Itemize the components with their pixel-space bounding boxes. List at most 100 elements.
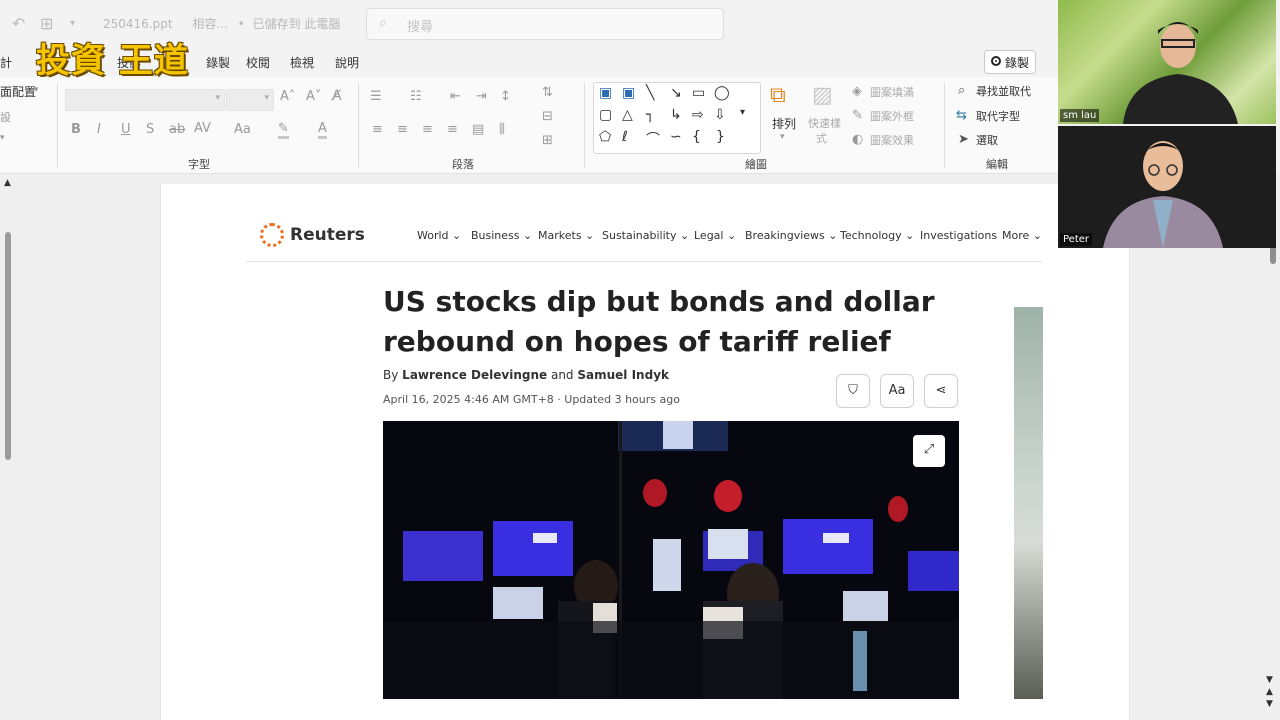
bullets-icon[interactable]: ☰ — [370, 89, 382, 104]
select-button[interactable]: 選取 — [976, 132, 998, 148]
elbow-arrow-icon[interactable]: ↳ — [670, 107, 682, 123]
replace-font-button[interactable]: 取代字型 — [976, 108, 1020, 124]
share-button[interactable]: ⋖ — [924, 374, 958, 408]
scroll-arrows[interactable]: ▼ ▲ ▼ — [1266, 674, 1273, 710]
arc-icon[interactable]: ⌒ — [646, 129, 660, 149]
left-brace-icon[interactable]: { — [692, 129, 701, 145]
right-brace-icon[interactable]: } — [716, 129, 725, 145]
scroll-up-icon[interactable]: ▲ — [4, 178, 11, 188]
shape-effects-button[interactable]: 圖案效果 — [870, 132, 914, 148]
smartart-icon[interactable]: ⊞ — [542, 133, 553, 148]
qat-dropdown-icon[interactable]: ▾ — [70, 18, 75, 29]
increase-indent-icon[interactable]: ⇥ — [476, 89, 487, 104]
article-photo[interactable] — [383, 421, 959, 699]
scribble-icon[interactable]: ℓ — [622, 129, 628, 145]
arrange-icon[interactable]: ⧉ — [770, 83, 786, 108]
spacing-icon[interactable]: AV — [194, 121, 211, 136]
shape-outline-button[interactable]: 圖案外框 — [870, 108, 914, 124]
freeform-icon[interactable]: ⬠ — [599, 129, 611, 145]
undo-icon[interactable]: ↶ — [12, 14, 25, 33]
video-tile[interactable]: Peter — [1058, 126, 1276, 248]
font-size-button[interactable]: Aa — [880, 374, 914, 408]
vertical-text-box-icon[interactable]: ▣ — [622, 85, 635, 101]
tab-review[interactable]: 校閱 — [246, 54, 270, 71]
nav-business[interactable]: Business ⌄ — [471, 229, 532, 242]
align-left-icon[interactable]: ≡ — [372, 122, 383, 137]
layout-button[interactable]: 面配置 — [0, 83, 36, 100]
shape-fill-button[interactable]: 圖案填滿 — [870, 84, 914, 100]
dateline: April 16, 2025 4:46 AM GMT+8 · Updated 3… — [383, 393, 680, 406]
nav-markets[interactable]: Markets ⌄ — [538, 229, 594, 242]
line-icon[interactable]: ╲ — [646, 85, 654, 101]
quick-styles-label[interactable]: 快速樣 — [808, 115, 841, 131]
align-text-icon[interactable]: ⊟ — [542, 109, 553, 124]
elbow-connector-icon[interactable]: ┐ — [646, 107, 654, 123]
down-arrow-icon[interactable]: ⇩ — [714, 107, 726, 123]
shadow-icon[interactable]: S — [146, 122, 154, 137]
nav-world[interactable]: World ⌄ — [417, 229, 461, 242]
save-status[interactable]: 已儲存到 此電腦 — [253, 17, 341, 31]
tab-design[interactable]: 計 — [0, 54, 12, 71]
text-direction-icon[interactable]: ⇅ — [542, 85, 553, 100]
right-arrow-icon[interactable]: ⇨ — [692, 107, 704, 123]
shrink-font-icon[interactable]: A˅ — [306, 89, 321, 104]
bookmark-button[interactable]: ⛉ — [836, 374, 870, 408]
expand-image-button[interactable]: ⤢ — [913, 435, 945, 467]
author-link[interactable]: Lawrence Delevingne — [402, 368, 547, 382]
section-icon[interactable]: ▾ — [0, 133, 5, 143]
nav-legal[interactable]: Legal ⌄ — [694, 229, 736, 242]
more-shapes-icon[interactable]: ▾ — [740, 107, 745, 118]
font-family-select[interactable]: ▾ — [65, 89, 225, 111]
tab-help[interactable]: 說明 — [335, 54, 359, 71]
justify-icon[interactable]: ≡ — [447, 122, 458, 137]
change-case-icon[interactable]: Aa — [234, 122, 251, 137]
thumbnail-scrollbar[interactable] — [5, 232, 11, 460]
numbering-icon[interactable]: ☷ — [410, 89, 422, 104]
italic-icon[interactable]: I — [97, 122, 101, 137]
strikethrough-icon[interactable]: ab — [169, 122, 185, 137]
grow-font-icon[interactable]: A˄ — [280, 89, 295, 104]
divider — [246, 261, 1042, 262]
text-box-icon[interactable]: ▣ — [599, 85, 612, 101]
font-color-icon[interactable]: A — [318, 121, 327, 139]
search-input[interactable]: ⌕ 搜尋 — [366, 8, 724, 40]
reset-icon[interactable]: 設 — [0, 109, 11, 125]
nav-more[interactable]: More ⌄ — [1002, 229, 1042, 242]
decrease-indent-icon[interactable]: ⇤ — [450, 89, 461, 104]
distributed-icon[interactable]: ▤ — [472, 122, 484, 137]
clear-format-icon[interactable]: A̸ — [332, 88, 342, 104]
author-link[interactable]: Samuel Indyk — [577, 368, 669, 382]
nav-sustainability[interactable]: Sustainability ⌄ — [602, 229, 689, 242]
filename-label: 250416.ppt — [103, 17, 173, 31]
triangle-icon[interactable]: △ — [622, 107, 633, 123]
presenter-icon[interactable]: ⊞ — [40, 14, 53, 33]
line-spacing-icon[interactable]: ↕ — [500, 89, 511, 104]
align-right-icon[interactable]: ≡ — [422, 122, 433, 137]
nav-investigations[interactable]: Investigations — [920, 229, 997, 242]
oval-icon[interactable]: ◯ — [714, 85, 730, 101]
tab-view[interactable]: 檢視 — [290, 54, 314, 71]
rounded-rect-icon[interactable]: ▢ — [599, 107, 612, 123]
highlight-icon[interactable]: ✎ — [278, 121, 289, 139]
bold-icon[interactable]: B — [71, 122, 81, 137]
paint-bucket-icon[interactable]: ◈ — [852, 84, 862, 99]
tab-record[interactable]: 錄製 — [206, 54, 230, 71]
underline-icon[interactable]: U — [121, 122, 131, 137]
effects-icon[interactable]: ◐ — [852, 132, 863, 147]
quick-styles-icon[interactable]: ▨ — [812, 83, 833, 108]
video-tile[interactable]: sm lau — [1058, 0, 1276, 124]
search-icon: ⌕ — [958, 83, 966, 98]
curve-icon[interactable]: ∽ — [670, 129, 682, 145]
rectangle-icon[interactable]: ▭ — [692, 85, 705, 101]
pen-outline-icon[interactable]: ✎ — [852, 108, 863, 123]
arrow-line-icon[interactable]: ↘ — [670, 85, 682, 101]
font-size-select[interactable]: ▾ — [226, 89, 274, 111]
arrange-label[interactable]: 排列 — [772, 115, 796, 132]
nav-technology[interactable]: Technology ⌄ — [840, 229, 914, 242]
align-center-icon[interactable]: ≡ — [397, 122, 408, 137]
columns-icon[interactable]: ⫼ — [499, 122, 505, 137]
find-replace-button[interactable]: 尋找並取代 — [976, 83, 1031, 99]
record-button[interactable]: 錄製 — [984, 50, 1036, 74]
nav-breakingviews[interactable]: Breakingviews ⌄ — [745, 229, 838, 242]
shape-gallery[interactable]: ▣ ▣ ╲ ↘ ▭ ◯ ▢ △ ┐ ↳ ⇨ ⇩ ⬠ ℓ ⌒ ∽ { } ▾ — [593, 82, 761, 154]
